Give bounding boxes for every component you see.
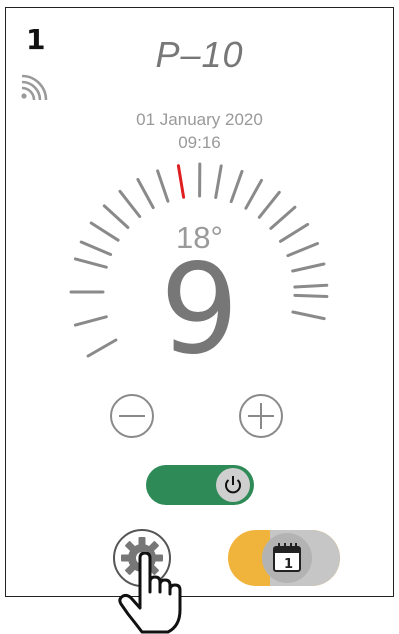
dial-tick: [156, 169, 170, 203]
dial-tick: [229, 169, 244, 204]
calendar-day: 1: [284, 557, 293, 572]
power-toggle[interactable]: [146, 465, 254, 505]
power-icon: [225, 476, 241, 494]
plus-circle-icon[interactable]: [237, 392, 285, 440]
dial-tick: [136, 178, 155, 210]
power-toggle-knob: [216, 468, 250, 502]
dial-tick: [118, 189, 142, 218]
dial-tick-active: [176, 164, 186, 199]
schedule-toggle-knob: 1: [262, 533, 312, 583]
minus-circle-icon[interactable]: [108, 392, 156, 440]
schedule-toggle[interactable]: 1: [228, 530, 340, 586]
dial-tick: [257, 190, 281, 219]
dial-tick: [214, 164, 223, 199]
level-display: 9: [160, 238, 239, 382]
calendar-icon: 1: [273, 543, 301, 572]
dial-tick: [244, 178, 263, 210]
hand-pointer-icon: [118, 552, 182, 634]
